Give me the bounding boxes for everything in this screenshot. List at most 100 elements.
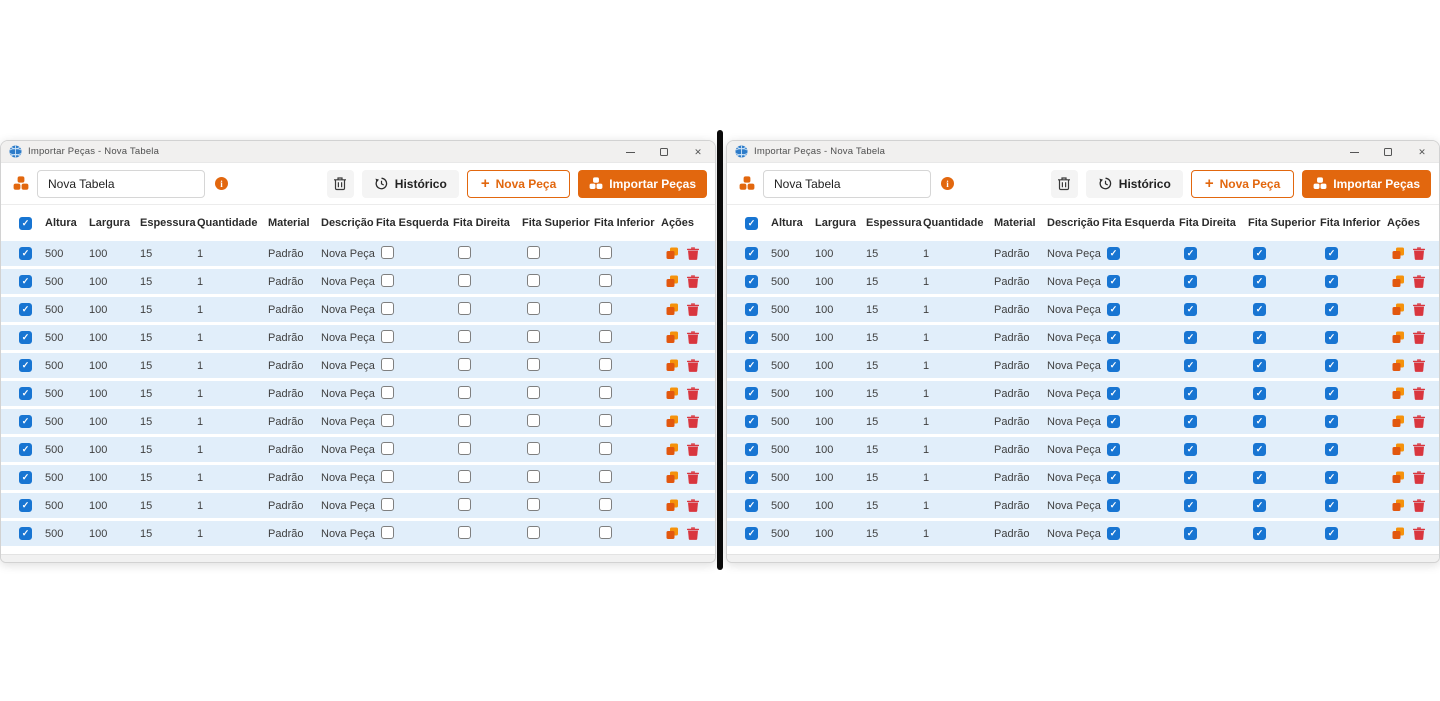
fita-direita-checkbox[interactable] xyxy=(1184,303,1197,316)
delete-row-button[interactable] xyxy=(1413,527,1425,540)
fita-superior-checkbox[interactable] xyxy=(1253,415,1266,428)
delete-row-button[interactable] xyxy=(1413,499,1425,512)
fita-superior-checkbox[interactable] xyxy=(527,414,540,427)
fita-inferior-checkbox[interactable] xyxy=(1325,527,1338,540)
delete-row-button[interactable] xyxy=(687,415,699,428)
close-button[interactable]: ✕ xyxy=(1405,141,1439,163)
delete-row-button[interactable] xyxy=(687,527,699,540)
delete-row-button[interactable] xyxy=(1413,275,1425,288)
delete-row-button[interactable] xyxy=(1413,471,1425,484)
duplicate-row-button[interactable] xyxy=(1392,527,1405,540)
duplicate-row-button[interactable] xyxy=(666,471,679,484)
fita-esquerda-checkbox[interactable] xyxy=(1107,303,1120,316)
delete-row-button[interactable] xyxy=(687,499,699,512)
historico-button[interactable]: Histórico xyxy=(1086,170,1183,198)
fita-inferior-checkbox[interactable] xyxy=(1325,499,1338,512)
fita-direita-checkbox[interactable] xyxy=(1184,499,1197,512)
fita-direita-checkbox[interactable] xyxy=(1184,443,1197,456)
delete-row-button[interactable] xyxy=(1413,303,1425,316)
delete-row-button[interactable] xyxy=(687,247,699,260)
fita-inferior-checkbox[interactable] xyxy=(599,470,612,483)
duplicate-row-button[interactable] xyxy=(1392,471,1405,484)
info-icon[interactable]: i xyxy=(941,177,954,190)
delete-row-button[interactable] xyxy=(1413,415,1425,428)
fita-esquerda-checkbox[interactable] xyxy=(381,358,394,371)
fita-esquerda-checkbox[interactable] xyxy=(1107,499,1120,512)
fita-direita-checkbox[interactable] xyxy=(458,526,471,539)
fita-superior-checkbox[interactable] xyxy=(1253,303,1266,316)
fita-direita-checkbox[interactable] xyxy=(458,414,471,427)
fita-inferior-checkbox[interactable] xyxy=(1325,359,1338,372)
duplicate-row-button[interactable] xyxy=(666,303,679,316)
row-select-checkbox[interactable] xyxy=(745,499,758,512)
fita-esquerda-checkbox[interactable] xyxy=(1107,471,1120,484)
table-name-input[interactable] xyxy=(37,170,205,198)
row-select-checkbox[interactable] xyxy=(745,471,758,484)
fita-esquerda-checkbox[interactable] xyxy=(1107,331,1120,344)
fita-direita-checkbox[interactable] xyxy=(1184,359,1197,372)
duplicate-row-button[interactable] xyxy=(666,443,679,456)
fita-inferior-checkbox[interactable] xyxy=(1325,443,1338,456)
fita-esquerda-checkbox[interactable] xyxy=(381,302,394,315)
fita-direita-checkbox[interactable] xyxy=(458,330,471,343)
row-select-checkbox[interactable] xyxy=(745,275,758,288)
fita-superior-checkbox[interactable] xyxy=(527,442,540,455)
fita-superior-checkbox[interactable] xyxy=(527,246,540,259)
row-select-checkbox[interactable] xyxy=(19,527,32,540)
fita-esquerda-checkbox[interactable] xyxy=(1107,247,1120,260)
duplicate-row-button[interactable] xyxy=(666,387,679,400)
delete-row-button[interactable] xyxy=(1413,247,1425,260)
select-all-checkbox[interactable] xyxy=(745,217,758,230)
row-select-checkbox[interactable] xyxy=(19,331,32,344)
duplicate-row-button[interactable] xyxy=(1392,247,1405,260)
minimize-button[interactable] xyxy=(613,141,647,163)
duplicate-row-button[interactable] xyxy=(1392,331,1405,344)
row-select-checkbox[interactable] xyxy=(745,443,758,456)
fita-direita-checkbox[interactable] xyxy=(1184,331,1197,344)
duplicate-row-button[interactable] xyxy=(666,275,679,288)
duplicate-row-button[interactable] xyxy=(1392,387,1405,400)
fita-esquerda-checkbox[interactable] xyxy=(381,274,394,287)
fita-esquerda-checkbox[interactable] xyxy=(1107,527,1120,540)
delete-row-button[interactable] xyxy=(1413,331,1425,344)
delete-row-button[interactable] xyxy=(1413,359,1425,372)
row-select-checkbox[interactable] xyxy=(19,303,32,316)
fita-esquerda-checkbox[interactable] xyxy=(381,470,394,483)
row-select-checkbox[interactable] xyxy=(19,471,32,484)
fita-esquerda-checkbox[interactable] xyxy=(1107,275,1120,288)
maximize-button[interactable] xyxy=(1371,141,1405,163)
fita-superior-checkbox[interactable] xyxy=(1253,387,1266,400)
fita-inferior-checkbox[interactable] xyxy=(599,414,612,427)
nova-peca-button[interactable]: + Nova Peça xyxy=(467,170,570,198)
row-select-checkbox[interactable] xyxy=(19,387,32,400)
fita-inferior-checkbox[interactable] xyxy=(1325,415,1338,428)
fita-direita-checkbox[interactable] xyxy=(458,274,471,287)
delete-row-button[interactable] xyxy=(687,471,699,484)
fita-inferior-checkbox[interactable] xyxy=(599,526,612,539)
fita-direita-checkbox[interactable] xyxy=(458,470,471,483)
row-select-checkbox[interactable] xyxy=(745,331,758,344)
historico-button[interactable]: Histórico xyxy=(362,170,459,198)
row-select-checkbox[interactable] xyxy=(19,359,32,372)
fita-direita-checkbox[interactable] xyxy=(458,498,471,511)
row-select-checkbox[interactable] xyxy=(745,387,758,400)
row-select-checkbox[interactable] xyxy=(19,415,32,428)
fita-esquerda-checkbox[interactable] xyxy=(381,442,394,455)
delete-row-button[interactable] xyxy=(687,359,699,372)
fita-esquerda-checkbox[interactable] xyxy=(1107,359,1120,372)
duplicate-row-button[interactable] xyxy=(1392,443,1405,456)
fita-direita-checkbox[interactable] xyxy=(458,246,471,259)
duplicate-row-button[interactable] xyxy=(666,247,679,260)
fita-superior-checkbox[interactable] xyxy=(1253,275,1266,288)
fita-inferior-checkbox[interactable] xyxy=(599,498,612,511)
fita-direita-checkbox[interactable] xyxy=(1184,471,1197,484)
fita-inferior-checkbox[interactable] xyxy=(599,274,612,287)
duplicate-row-button[interactable] xyxy=(1392,303,1405,316)
fita-superior-checkbox[interactable] xyxy=(527,526,540,539)
duplicate-row-button[interactable] xyxy=(1392,415,1405,428)
fita-inferior-checkbox[interactable] xyxy=(599,358,612,371)
duplicate-row-button[interactable] xyxy=(666,331,679,344)
fita-superior-checkbox[interactable] xyxy=(1253,499,1266,512)
duplicate-row-button[interactable] xyxy=(1392,359,1405,372)
fita-esquerda-checkbox[interactable] xyxy=(381,386,394,399)
